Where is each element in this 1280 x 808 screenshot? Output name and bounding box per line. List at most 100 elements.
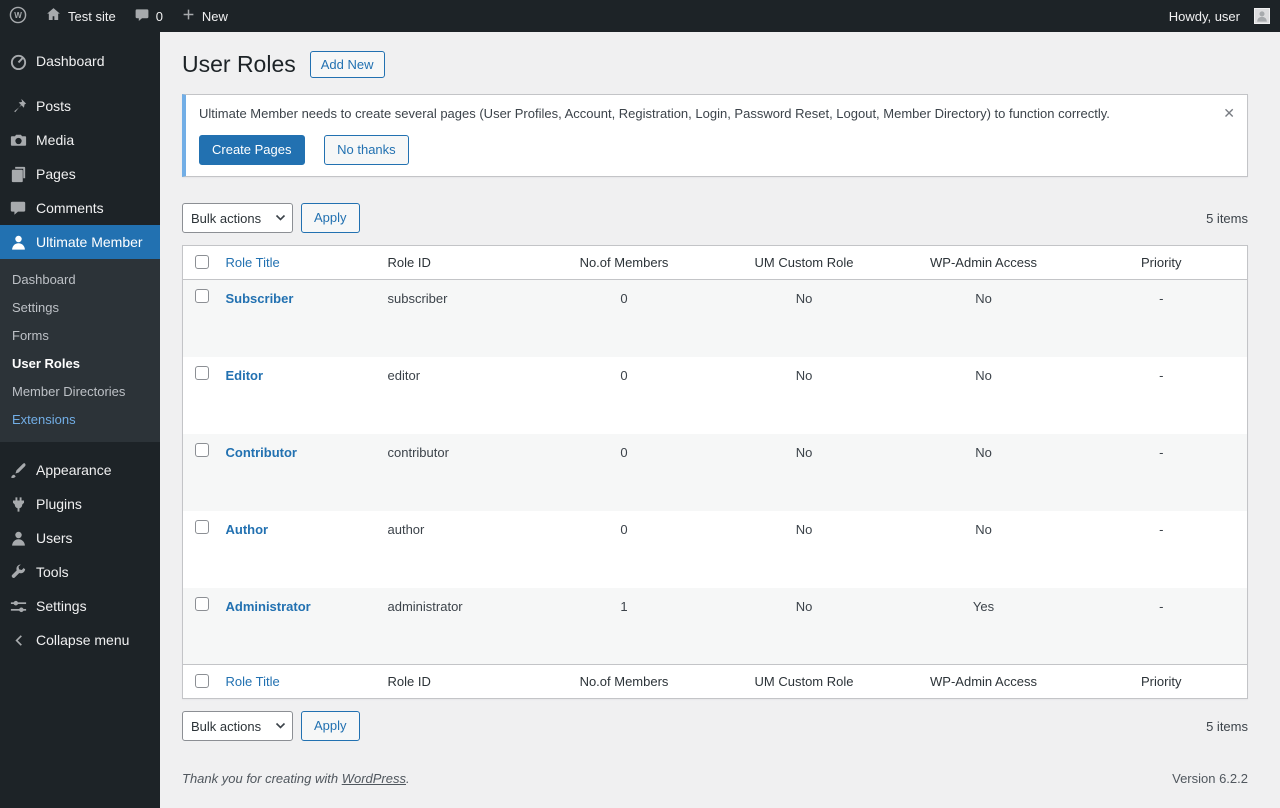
table-row: Contributor contributor 0 No No - [182,433,1248,511]
site-name-button[interactable]: Test site [36,0,125,32]
row-checkbox[interactable] [195,289,209,304]
collapse-menu-button[interactable]: Collapse menu [0,623,160,657]
column-header-priority: Priority [1075,245,1248,281]
sidebar-item-users[interactable]: Users [0,521,160,555]
column-header-role-id: Role ID [377,664,532,699]
select-all-checkbox[interactable] [195,674,209,689]
sidebar-item-label: Appearance [36,462,112,478]
role-id-cell: subscriber [387,291,448,307]
submenu-item-member-directories[interactable]: Member Directories [0,378,160,406]
svg-text:W: W [14,11,22,20]
priority-cell: - [1159,521,1164,537]
column-header-priority: Priority [1075,664,1248,699]
sort-role-title-link[interactable]: Role Title [226,255,280,270]
submenu-item-dashboard[interactable]: Dashboard [0,266,160,294]
settings-sliders-icon [8,596,28,616]
members-cell: 1 [620,598,628,614]
plus-icon [181,7,196,25]
wp-logo-button[interactable]: W [0,0,36,32]
admin-bar: W Test site 0 New Howdy, user [0,0,1280,32]
table-header-row: Role Title Role ID No.of Members UM Cust… [182,245,1248,281]
column-header-role-id: Role ID [377,245,532,281]
sidebar-item-label: Media [36,132,75,148]
table-row: Subscriber subscriber 0 No No - [182,279,1248,357]
sidebar-item-settings[interactable]: Settings [0,589,160,623]
role-title-link[interactable]: Administrator [226,599,311,614]
comments-count: 0 [155,8,163,24]
row-checkbox[interactable] [195,596,209,611]
table-footer-row: Role Title Role ID No.of Members UM Cust… [182,664,1248,699]
priority-cell: - [1159,367,1164,383]
row-checkbox[interactable] [195,365,209,380]
members-cell: 0 [620,521,628,537]
add-new-button[interactable]: Add New [309,51,385,79]
sidebar-item-label: Ultimate Member [36,234,143,250]
column-header-wp-admin-access: WP-Admin Access [891,245,1076,281]
sidebar-item-dashboard[interactable]: Dashboard [0,44,160,78]
wordpress-logo-icon: W [9,6,27,27]
column-header-wp-admin-access: WP-Admin Access [891,664,1076,699]
sidebar-item-media[interactable]: Media [0,123,160,157]
submenu-item-user-roles[interactable]: User Roles [0,350,160,378]
notice-actions: Create Pages No thanks [199,135,1203,166]
main-content: User Roles Add New Ultimate Member needs… [160,0,1280,796]
apply-button[interactable]: Apply [301,711,360,742]
sidebar-item-label: Dashboard [36,53,105,69]
sidebar-item-plugins[interactable]: Plugins [0,487,160,521]
role-title-link[interactable]: Author [226,522,269,537]
um-custom-role-cell: No [795,521,813,537]
roles-table: Role Title Role ID No.of Members UM Cust… [182,245,1248,700]
bulk-actions-select[interactable]: Bulk actions [182,711,293,742]
wp-admin-access-cell: No [975,367,992,383]
um-custom-role-cell: No [795,444,813,460]
sidebar-item-comments[interactable]: Comments [0,191,160,225]
sidebar-item-posts[interactable]: Posts [0,89,160,123]
dismiss-notice-button[interactable]: ✕ [1221,103,1237,124]
sidebar-item-pages[interactable]: Pages [0,157,160,191]
sort-role-title-link[interactable]: Role Title [226,674,280,689]
role-title-link[interactable]: Contributor [226,445,297,460]
home-icon [45,6,62,26]
footer-version: Version 6.2.2 [1172,771,1248,787]
no-thanks-button[interactable]: No thanks [324,135,409,166]
submenu-item-extensions[interactable]: Extensions [0,406,160,434]
role-id-cell: administrator [387,598,463,614]
members-cell: 0 [620,444,628,460]
sidebar-item-appearance[interactable]: Appearance [0,453,160,487]
table-row: Editor editor 0 No No - [183,357,1248,434]
submenu-item-forms[interactable]: Forms [0,322,160,350]
column-header-role-title: Role Title [215,245,378,281]
table-toolbar-top: Bulk actions Apply 5 items [182,203,1248,234]
wordpress-link[interactable]: WordPress [342,771,406,786]
my-account-button[interactable]: Howdy, user [1160,8,1270,24]
column-header-members: No.of Members [531,664,717,699]
members-cell: 0 [620,367,628,383]
wp-admin-access-cell: Yes [972,598,995,614]
select-all-checkbox[interactable] [195,255,209,270]
apply-button[interactable]: Apply [301,203,360,234]
table-row: Administrator administrator 1 No Yes - [182,587,1248,665]
sidebar-item-ultimate-member[interactable]: Ultimate Member [0,225,160,259]
row-checkbox[interactable] [195,519,209,534]
submenu-item-settings[interactable]: Settings [0,294,160,322]
admin-footer: Thank you for creating with WordPress. V… [182,771,1248,796]
role-title-link[interactable]: Subscriber [226,291,294,306]
role-id-cell: editor [387,367,421,383]
role-title-link[interactable]: Editor [226,368,264,383]
sidebar-item-label: Settings [36,598,87,614]
comment-bubble-icon [8,198,28,218]
new-content-button[interactable]: New [172,0,237,32]
column-header-members: No.of Members [531,245,717,281]
howdy-label: Howdy, user [1168,8,1240,24]
ultimate-member-submenu: Dashboard Settings Forms User Roles Memb… [0,259,160,442]
comments-button[interactable]: 0 [125,0,172,32]
bulk-actions-select[interactable]: Bulk actions [182,203,293,234]
members-cell: 0 [620,291,628,307]
create-pages-button[interactable]: Create Pages [199,135,305,166]
dashboard-icon [8,51,28,71]
pages-icon [8,164,28,184]
sidebar-item-tools[interactable]: Tools [0,555,160,589]
sidebar: Dashboard Posts Media Pages Comments Ult… [0,32,160,808]
table-toolbar-bottom: Bulk actions Apply 5 items [182,711,1248,742]
row-checkbox[interactable] [195,442,209,457]
